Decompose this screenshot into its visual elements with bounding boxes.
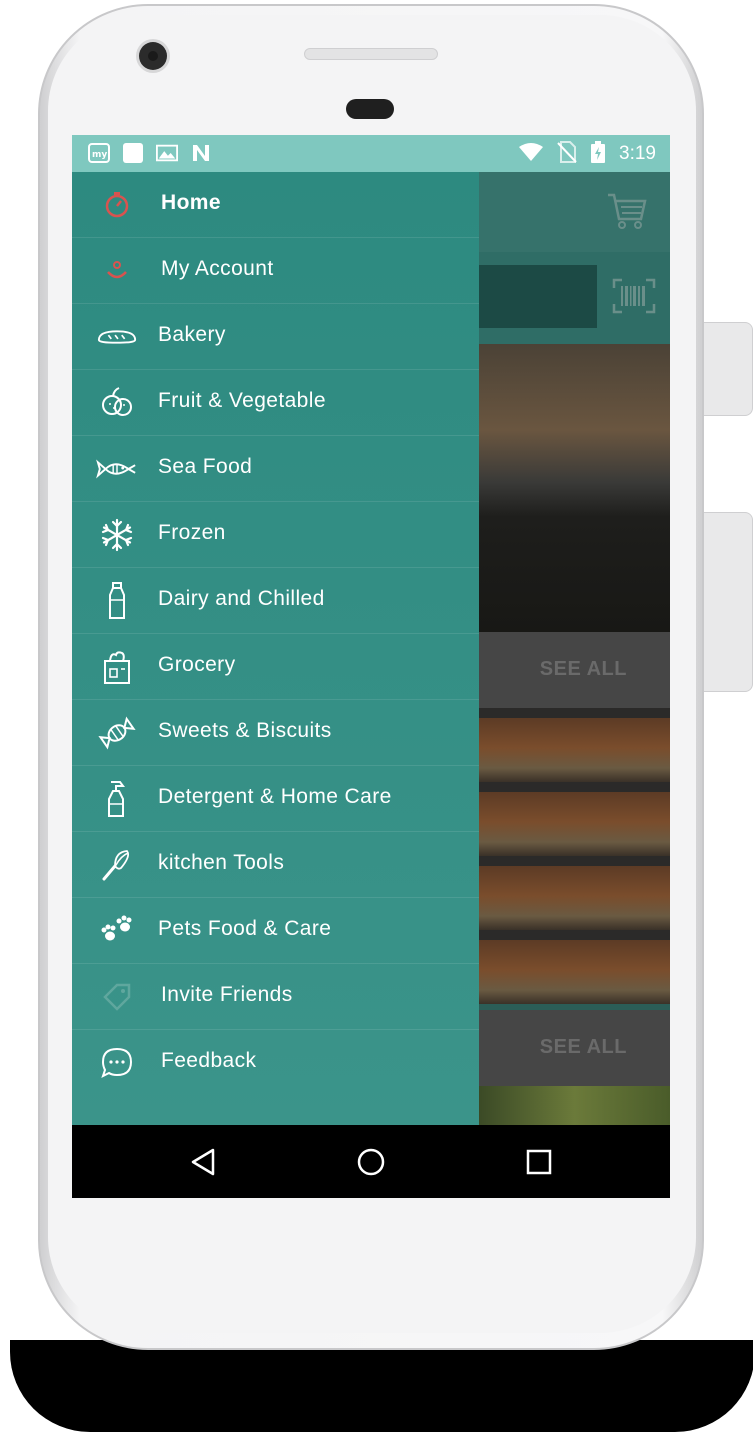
drawer-item-label: Pets Food & Care <box>158 917 332 940</box>
drawer-item-sweets-biscuits[interactable]: Sweets & Biscuits <box>72 700 479 766</box>
spray-bottle-icon <box>96 781 138 817</box>
proximity-sensor <box>346 99 394 119</box>
drawer-item-label: Grocery <box>158 653 236 676</box>
power-button <box>704 322 753 416</box>
drawer-item-label: Sea Food <box>158 455 253 478</box>
front-camera <box>139 42 167 70</box>
mytaxi-icon: my <box>88 142 110 164</box>
milk-bottle-icon <box>96 582 138 619</box>
drawer-item-label: Home <box>161 191 221 214</box>
drawer-item-label: Sweets & Biscuits <box>158 719 332 742</box>
navigation-drawer: Home My Account Bakery Fruit & Vegetable <box>72 172 479 1125</box>
drawer-item-label: Frozen <box>158 521 226 544</box>
background-food-image <box>479 1086 670 1125</box>
background-search-field <box>479 265 597 328</box>
background-bakery-image <box>479 708 670 1004</box>
drawer-item-detergent-home-care[interactable]: Detergent & Home Care <box>72 766 479 832</box>
drawer-item-bakery[interactable]: Bakery <box>72 304 479 370</box>
fruit-icon <box>96 386 138 420</box>
see-all-button-2[interactable]: SEE ALL <box>479 1010 670 1086</box>
svg-text:my: my <box>92 150 107 160</box>
volume-button <box>704 512 753 692</box>
drawer-item-sea-food[interactable]: Sea Food <box>72 436 479 502</box>
drawer-item-label: My Account <box>161 257 274 280</box>
paw-icon <box>96 914 138 948</box>
status-bar: my 3:19 <box>72 135 670 172</box>
home-timer-icon <box>96 188 138 222</box>
drawer-item-feedback[interactable]: Feedback <box>72 1030 479 1096</box>
wifi-icon <box>519 142 544 166</box>
drawer-item-label: Bakery <box>158 323 226 346</box>
drawer-item-dairy-chilled[interactable]: Dairy and Chilled <box>72 568 479 634</box>
earpiece-speaker <box>304 48 438 60</box>
bread-icon <box>96 320 138 354</box>
drawer-item-label: Dairy and Chilled <box>158 587 325 610</box>
whisk-icon <box>96 848 138 882</box>
drawer-item-label: Feedback <box>161 1049 257 1072</box>
drawer-item-label: kitchen Tools <box>158 851 285 874</box>
n-app-icon <box>190 142 212 164</box>
recents-icon[interactable] <box>522 1145 556 1179</box>
drawer-item-grocery[interactable]: Grocery <box>72 634 479 700</box>
drawer-item-kitchen-tools[interactable]: kitchen Tools <box>72 832 479 898</box>
phone-shadow <box>10 1340 753 1432</box>
drawer-item-invite-friends[interactable]: Invite Friends <box>72 964 479 1030</box>
see-all-label-2: SEE ALL <box>539 1036 627 1058</box>
system-nav-bar <box>72 1125 670 1198</box>
chat-bubble-icon <box>96 1046 138 1080</box>
no-sim-icon <box>557 141 577 167</box>
candy-icon <box>96 716 138 750</box>
drawer-item-home[interactable]: Home <box>72 172 479 238</box>
home-circle-icon[interactable] <box>354 1145 388 1179</box>
snowflake-icon <box>96 518 138 552</box>
background-banner-image <box>479 344 670 632</box>
account-icon <box>96 254 138 288</box>
see-all-button[interactable]: SEE ALL <box>479 632 670 708</box>
tag-icon <box>96 980 138 1014</box>
screen: my 3:19 SEE ALL SEE ALL Home My Account … <box>72 135 670 1198</box>
status-clock: 3:19 <box>619 143 656 164</box>
battery-icon <box>591 141 606 167</box>
drawer-item-label: Detergent & Home Care <box>158 785 392 808</box>
drawer-item-frozen[interactable]: Frozen <box>72 502 479 568</box>
drawer-item-fruit-vegetable[interactable]: Fruit & Vegetable <box>72 370 479 436</box>
cart-icon <box>606 191 648 231</box>
barcode-icon <box>612 278 656 314</box>
see-all-label: SEE ALL <box>539 658 627 680</box>
fish-icon <box>96 452 138 486</box>
square-notification-icon <box>122 142 144 164</box>
drawer-item-my-account[interactable]: My Account <box>72 238 479 304</box>
grocery-bag-icon <box>96 650 138 684</box>
gallery-icon <box>156 142 178 164</box>
drawer-item-label: Invite Friends <box>161 983 293 1006</box>
back-icon[interactable] <box>186 1145 220 1179</box>
drawer-item-label: Fruit & Vegetable <box>158 389 326 412</box>
drawer-item-pets-food-care[interactable]: Pets Food & Care <box>72 898 479 964</box>
